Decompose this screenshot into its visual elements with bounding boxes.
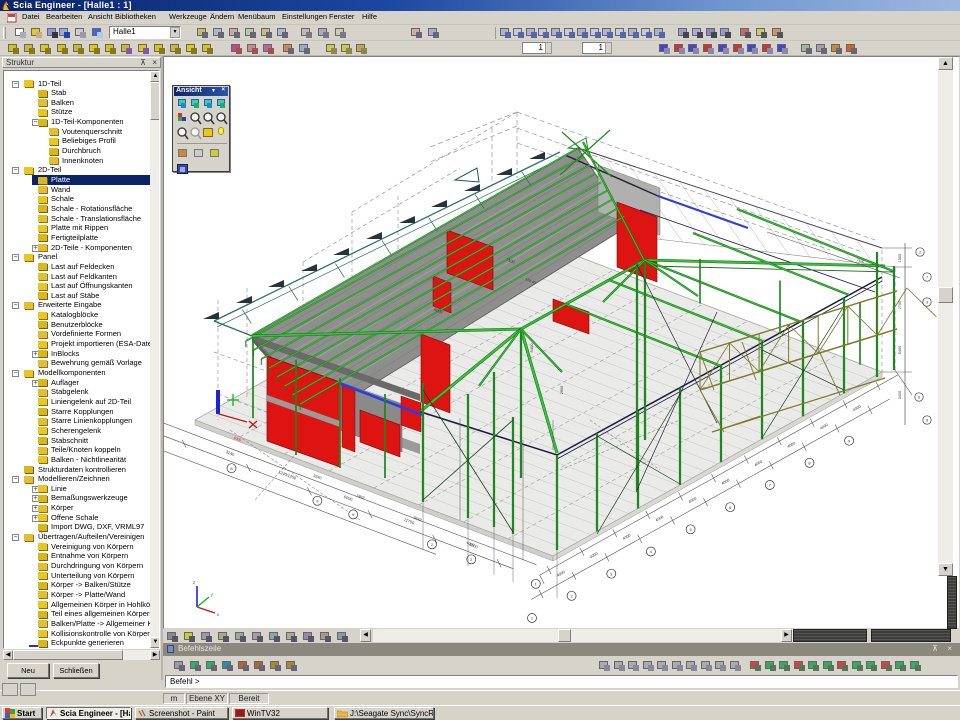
svg-text:2: 2 [919, 251, 921, 255]
svg-text:3400: 3400 [898, 391, 902, 399]
svg-text:5400: 5400 [529, 343, 534, 353]
svg-text:6: 6 [918, 396, 920, 400]
svg-text:3: 3 [926, 301, 928, 305]
svg-text:4000: 4000 [622, 533, 631, 541]
svg-text:3240: 3240 [225, 449, 236, 457]
svg-text:1240/1250: 1240/1250 [278, 469, 298, 481]
svg-text:2900: 2900 [560, 386, 564, 394]
svg-text:y: y [211, 592, 214, 597]
svg-text:5400: 5400 [898, 346, 902, 354]
svg-text:z: z [193, 580, 196, 585]
svg-text:4000: 4000 [852, 405, 861, 413]
svg-text:4000: 4000 [556, 570, 565, 578]
svg-text:4000: 4000 [754, 460, 763, 468]
svg-text:8: 8 [926, 419, 928, 423]
svg-text:7893: 7893 [356, 494, 365, 501]
svg-text:1500: 1500 [898, 254, 902, 262]
svg-text:4000: 4000 [721, 478, 730, 486]
svg-text:2700: 2700 [898, 301, 902, 309]
svg-text:4000: 4000 [655, 515, 664, 523]
svg-text:6000: 6000 [343, 494, 354, 502]
svg-text:x: x [217, 612, 220, 617]
svg-text:4000: 4000 [589, 552, 598, 560]
svg-text:4000: 4000 [688, 497, 697, 505]
svg-text:4000: 4000 [787, 441, 796, 449]
svg-text:7: 7 [926, 276, 928, 280]
svg-text:4000: 4000 [819, 423, 828, 431]
svg-text:3240: 3240 [313, 474, 322, 481]
